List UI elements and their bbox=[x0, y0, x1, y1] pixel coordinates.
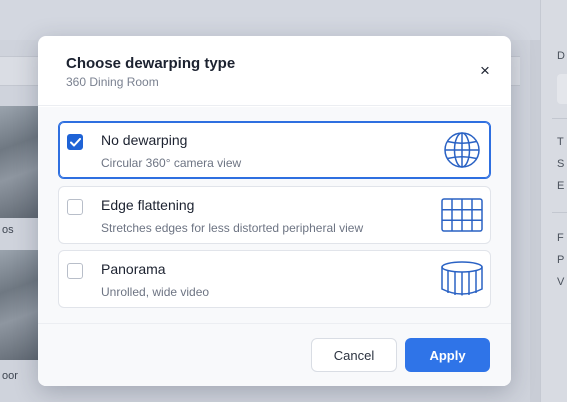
option-description: Stretches edges for less distorted perip… bbox=[101, 221, 364, 235]
close-icon[interactable]: × bbox=[477, 62, 493, 79]
option-title: Panorama bbox=[101, 261, 166, 277]
details-label: V bbox=[557, 276, 565, 288]
details-divider bbox=[552, 212, 567, 213]
camera-thumbnail bbox=[0, 106, 40, 218]
cancel-button[interactable]: Cancel bbox=[311, 338, 397, 372]
option-checkbox[interactable] bbox=[67, 134, 83, 150]
apply-button[interactable]: Apply bbox=[405, 338, 490, 372]
option-description: Unrolled, wide video bbox=[101, 285, 210, 299]
option-title: No dewarping bbox=[101, 132, 188, 148]
camera-label: oor bbox=[2, 370, 18, 382]
globe-icon bbox=[444, 132, 480, 168]
camera-thumbnail bbox=[0, 250, 40, 360]
option-checkbox[interactable] bbox=[67, 263, 83, 279]
details-divider bbox=[552, 118, 567, 119]
details-label: F bbox=[557, 232, 564, 244]
dialog-title: Choose dewarping type bbox=[66, 55, 236, 72]
dialog-header: Choose dewarping type 360 Dining Room × bbox=[38, 36, 511, 106]
camera-label: os bbox=[2, 224, 14, 236]
details-label: S bbox=[557, 158, 565, 170]
details-label: P bbox=[557, 254, 565, 266]
option-description: Circular 360° camera view bbox=[101, 156, 242, 170]
option-panorama[interactable]: Panorama Unrolled, wide video bbox=[58, 250, 491, 308]
background-topbar bbox=[0, 0, 567, 40]
details-label: T bbox=[557, 136, 564, 148]
option-checkbox[interactable] bbox=[67, 199, 83, 215]
dialog-footer: Cancel Apply bbox=[38, 323, 511, 386]
dialog-subtitle: 360 Dining Room bbox=[66, 75, 159, 89]
panorama-cylinder-icon bbox=[441, 261, 483, 296]
dialog-options: No dewarping Circular 360° camera view E… bbox=[38, 107, 511, 323]
grid-icon bbox=[441, 198, 483, 232]
checkmark-icon bbox=[69, 137, 81, 146]
details-field bbox=[557, 74, 567, 104]
details-label: E bbox=[557, 180, 565, 192]
details-label: D bbox=[557, 50, 565, 62]
dewarping-dialog: Choose dewarping type 360 Dining Room × … bbox=[38, 36, 511, 386]
option-title: Edge flattening bbox=[101, 197, 195, 213]
option-edge-flattening[interactable]: Edge flattening Stretches edges for less… bbox=[58, 186, 491, 244]
option-no-dewarping[interactable]: No dewarping Circular 360° camera view bbox=[58, 121, 491, 179]
